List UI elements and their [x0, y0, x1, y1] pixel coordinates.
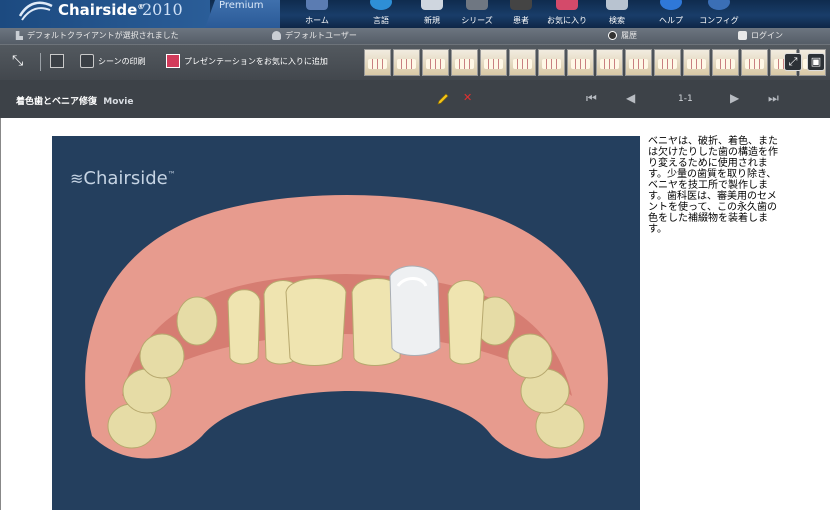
- fullscreen-button[interactable]: ⤢: [784, 53, 802, 71]
- nav-search-button[interactable]: 検索: [595, 0, 639, 28]
- prev-page-button[interactable]: ◀: [626, 91, 635, 105]
- page-indicator: 1-1: [678, 94, 693, 104]
- nav-language-button[interactable]: 言語: [349, 0, 413, 28]
- nav-help-button[interactable]: ヘルプ: [647, 0, 695, 28]
- status-bar: デフォルトクライアントが選択されました デフォルトユーザー 履歴 ログイン: [0, 28, 830, 44]
- history-label: 履歴: [621, 31, 637, 40]
- pencil-icon[interactable]: [437, 93, 449, 105]
- presentation-title: 着色歯とベニア修復 Movie: [16, 97, 134, 107]
- main-nav: ホーム 言語 新規 シリーズ 患者 お気に入り 検索 ヘルプ コンフィグ: [295, 0, 743, 28]
- nav-config-button[interactable]: コンフィグ: [695, 0, 743, 28]
- scene-thumbnail[interactable]: [567, 49, 594, 76]
- print-scene-label: シーンの印刷: [98, 56, 146, 66]
- document-button[interactable]: [50, 54, 64, 68]
- presentation-title-bar: 着色歯とベニア修復 Movie ✕ ⏮ ◀ 1-1 ▶ ⏭: [0, 80, 830, 118]
- user-status: デフォルトユーザー: [272, 30, 357, 41]
- login-label: ログイン: [751, 31, 783, 40]
- scene-thumbnail[interactable]: [393, 49, 420, 76]
- scene-thumbnail[interactable]: [625, 49, 652, 76]
- top-header: Chairside® 2010 Premium ホーム 言語 新規 シリーズ 患…: [0, 0, 830, 28]
- help-icon: [660, 0, 682, 10]
- description-text: ベニヤは、破折、着色、または欠けたりした歯の構造を作り変えるために使用されます。…: [648, 136, 778, 235]
- movie-player[interactable]: ≋Chairside™: [52, 136, 640, 510]
- screen-icon: ▣: [810, 55, 822, 68]
- content-left-border: [0, 118, 1, 510]
- user-status-text: デフォルトユーザー: [285, 31, 357, 40]
- globe-icon: [370, 0, 392, 10]
- scene-thumbnail[interactable]: [509, 49, 536, 76]
- home-icon: [306, 0, 328, 10]
- client-status: デフォルトクライアントが選択されました: [14, 30, 179, 41]
- scene-thumbnail[interactable]: [741, 49, 768, 76]
- chair-icon: [15, 31, 23, 40]
- screen-button[interactable]: ▣: [807, 53, 825, 71]
- nav-new-button[interactable]: 新規: [413, 0, 451, 28]
- add-favorite-button[interactable]: プレゼンテーションをお気に入りに追加: [166, 54, 328, 68]
- heart-icon: [166, 54, 180, 68]
- app-year: 2010: [142, 0, 183, 19]
- patient-icon: [510, 0, 532, 10]
- last-page-button[interactable]: ⏭: [768, 91, 779, 106]
- toolbar-divider: [40, 53, 41, 71]
- login-button[interactable]: ログイン: [738, 30, 783, 41]
- next-page-button[interactable]: ▶: [730, 91, 739, 105]
- nav-patient-button[interactable]: 患者: [503, 0, 539, 28]
- search-icon: [606, 0, 628, 10]
- user-icon: [272, 31, 281, 40]
- document-icon: [50, 54, 64, 68]
- collapse-icon: ⤡: [12, 53, 24, 69]
- teeth-illustration: [85, 195, 608, 459]
- scene-thumbnail[interactable]: [596, 49, 623, 76]
- config-icon: [708, 0, 730, 10]
- app-name: Chairside®: [58, 1, 145, 19]
- film-icon: [466, 0, 488, 10]
- print-scene-button[interactable]: シーンの印刷: [80, 54, 146, 68]
- scene-thumbnail[interactable]: [422, 49, 449, 76]
- scene-thumbnails: [364, 49, 826, 76]
- add-favorite-label: プレゼンテーションをお気に入りに追加: [184, 56, 328, 66]
- toolbar: ⤡ シーンの印刷 プレゼンテーションをお気に入りに追加 ⤢ ▣: [0, 44, 830, 81]
- scene-thumbnail[interactable]: [451, 49, 478, 76]
- nav-home-button[interactable]: ホーム: [295, 0, 339, 28]
- chairside-swoosh-icon: [18, 1, 53, 21]
- clock-icon: [608, 31, 617, 40]
- scene-thumbnail[interactable]: [683, 49, 710, 76]
- favorite-icon: [556, 0, 578, 10]
- nav-favorites-button[interactable]: お気に入り: [539, 0, 595, 28]
- premium-label: Premium: [219, 0, 264, 11]
- delete-icon[interactable]: ✕: [463, 91, 472, 104]
- lock-icon: [738, 31, 747, 40]
- new-icon: [421, 0, 443, 10]
- scene-thumbnail[interactable]: [364, 49, 391, 76]
- first-page-button[interactable]: ⏮: [586, 91, 597, 106]
- expand-icon: ⤢: [788, 55, 798, 68]
- first-page-icon: ⏮: [586, 91, 597, 105]
- premium-tab: Premium: [205, 0, 280, 28]
- logo-area: Chairside® 2010: [0, 0, 210, 28]
- collapse-button[interactable]: ⤡: [12, 54, 23, 68]
- arrow-left-icon: ◀: [626, 91, 636, 105]
- scene-thumbnail[interactable]: [654, 49, 681, 76]
- printer-icon: [80, 54, 94, 68]
- scene-thumbnail[interactable]: [480, 49, 507, 76]
- last-page-icon: ⏭: [768, 91, 779, 105]
- arrow-right-icon: ▶: [730, 91, 740, 105]
- client-status-text: デフォルトクライアントが選択されました: [27, 31, 179, 40]
- history-button[interactable]: 履歴: [608, 30, 637, 41]
- scene-thumbnail[interactable]: [538, 49, 565, 76]
- nav-series-button[interactable]: シリーズ: [451, 0, 503, 28]
- scene-thumbnail[interactable]: [712, 49, 739, 76]
